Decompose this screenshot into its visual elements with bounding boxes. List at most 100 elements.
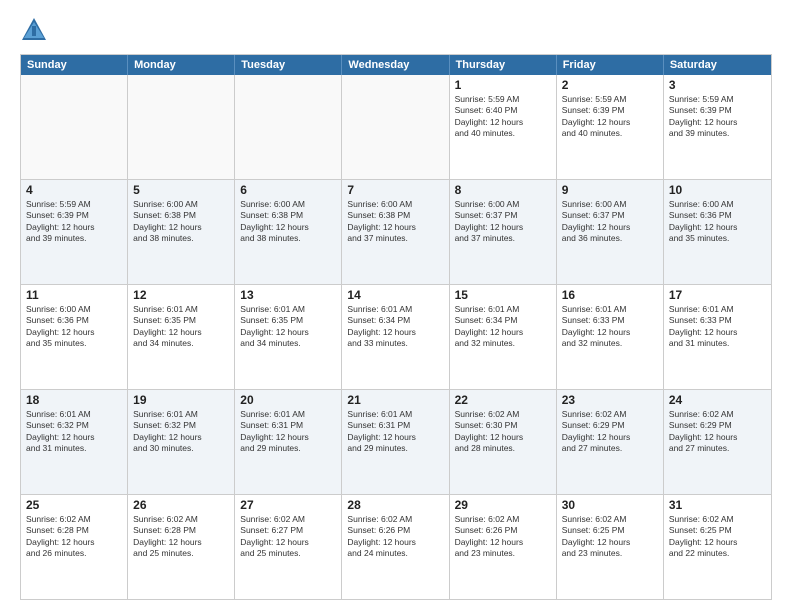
calendar-row-4: 18 Sunrise: 6:01 AM Sunset: 6:32 PM Dayli… <box>21 389 771 494</box>
calendar-cell: 7 Sunrise: 6:00 AM Sunset: 6:38 PM Daylig… <box>342 180 449 284</box>
calendar-cell: 6Sunrise: 6:00 AM Sunset: 6:38 PM Daylig… <box>235 180 342 284</box>
calendar-cell: 4 Sunrise: 5:59 AM Sunset: 6:39 PM Daylig… <box>21 180 128 284</box>
cell-info: Sunrise: 6:00 AM Sunset: 6:38 PM Dayligh… <box>347 199 443 245</box>
calendar-cell: 15 Sunrise: 6:01 AM Sunset: 6:34 PM Dayli… <box>450 285 557 389</box>
day-number: 19 <box>133 393 229 407</box>
day-number: 10 <box>669 183 766 197</box>
day-number: 21 <box>347 393 443 407</box>
cell-info: Sunrise: 6:00 AM Sunset: 6:38 PM Dayligh… <box>133 199 229 245</box>
day-number: 12 <box>133 288 229 302</box>
cell-info: Sunrise: 5:59 AM Sunset: 6:39 PM Dayligh… <box>26 199 122 245</box>
day-number: 20 <box>240 393 336 407</box>
day-number: 17 <box>669 288 766 302</box>
calendar-cell: 8 Sunrise: 6:00 AM Sunset: 6:37 PM Daylig… <box>450 180 557 284</box>
cell-info: Sunrise: 6:01 AM Sunset: 6:31 PM Dayligh… <box>347 409 443 455</box>
day-number: 28 <box>347 498 443 512</box>
calendar-cell: 31 Sunrise: 6:02 AM Sunset: 6:25 PM Dayli… <box>664 495 771 599</box>
day-number: 27 <box>240 498 336 512</box>
cell-info: Sunrise: 6:01 AM Sunset: 6:34 PM Dayligh… <box>347 304 443 350</box>
calendar-cell: 11 Sunrise: 6:00 AM Sunset: 6:36 PM Dayli… <box>21 285 128 389</box>
calendar-cell <box>128 75 235 179</box>
cell-info: Sunrise: 6:01 AM Sunset: 6:32 PM Dayligh… <box>133 409 229 455</box>
weekday-header-saturday: Saturday <box>664 55 771 75</box>
calendar-row-3: 11 Sunrise: 6:00 AM Sunset: 6:36 PM Dayli… <box>21 284 771 389</box>
day-number: 1 <box>455 78 551 92</box>
day-number: 15 <box>455 288 551 302</box>
calendar-row-1: 1Sunrise: 5:59 AM Sunset: 6:40 PM Daylig… <box>21 75 771 179</box>
day-number: 24 <box>669 393 766 407</box>
calendar-cell: 16 Sunrise: 6:01 AM Sunset: 6:33 PM Dayli… <box>557 285 664 389</box>
cell-info: Sunrise: 6:02 AM Sunset: 6:26 PM Dayligh… <box>455 514 551 560</box>
weekday-header-sunday: Sunday <box>21 55 128 75</box>
calendar-cell: 12 Sunrise: 6:01 AM Sunset: 6:35 PM Dayli… <box>128 285 235 389</box>
cell-info: Sunrise: 6:02 AM Sunset: 6:29 PM Dayligh… <box>562 409 658 455</box>
calendar-cell: 26 Sunrise: 6:02 AM Sunset: 6:28 PM Dayli… <box>128 495 235 599</box>
cell-info: Sunrise: 5:59 AM Sunset: 6:39 PM Dayligh… <box>562 94 658 140</box>
calendar-header: SundayMondayTuesdayWednesdayThursdayFrid… <box>21 55 771 75</box>
weekday-header-wednesday: Wednesday <box>342 55 449 75</box>
day-number: 23 <box>562 393 658 407</box>
day-number: 8 <box>455 183 551 197</box>
calendar-row-5: 25 Sunrise: 6:02 AM Sunset: 6:28 PM Dayli… <box>21 494 771 599</box>
cell-info: Sunrise: 6:01 AM Sunset: 6:35 PM Dayligh… <box>133 304 229 350</box>
cell-info: Sunrise: 6:02 AM Sunset: 6:27 PM Dayligh… <box>240 514 336 560</box>
calendar-cell: 18Sunrise: 6:01 AM Sunset: 6:32 PM Dayli… <box>21 390 128 494</box>
day-number: 25 <box>26 498 122 512</box>
day-number: 3 <box>669 78 766 92</box>
day-number: 18 <box>26 393 122 407</box>
cell-info: Sunrise: 6:02 AM Sunset: 6:30 PM Dayligh… <box>455 409 551 455</box>
calendar-cell: 27 Sunrise: 6:02 AM Sunset: 6:27 PM Dayli… <box>235 495 342 599</box>
cell-info: Sunrise: 6:01 AM Sunset: 6:31 PM Dayligh… <box>240 409 336 455</box>
calendar-cell: 23 Sunrise: 6:02 AM Sunset: 6:29 PM Dayli… <box>557 390 664 494</box>
day-number: 11 <box>26 288 122 302</box>
calendar-cell: 3Sunrise: 5:59 AM Sunset: 6:39 PM Daylig… <box>664 75 771 179</box>
calendar-body: 1Sunrise: 5:59 AM Sunset: 6:40 PM Daylig… <box>21 75 771 599</box>
calendar-cell: 28 Sunrise: 6:02 AM Sunset: 6:26 PM Dayli… <box>342 495 449 599</box>
day-number: 7 <box>347 183 443 197</box>
calendar-cell: 25 Sunrise: 6:02 AM Sunset: 6:28 PM Dayli… <box>21 495 128 599</box>
calendar: SundayMondayTuesdayWednesdayThursdayFrid… <box>20 54 772 600</box>
header <box>20 16 772 44</box>
cell-info: Sunrise: 6:02 AM Sunset: 6:28 PM Dayligh… <box>133 514 229 560</box>
weekday-header-monday: Monday <box>128 55 235 75</box>
cell-info: Sunrise: 6:01 AM Sunset: 6:34 PM Dayligh… <box>455 304 551 350</box>
day-number: 16 <box>562 288 658 302</box>
calendar-cell: 14Sunrise: 6:01 AM Sunset: 6:34 PM Dayli… <box>342 285 449 389</box>
logo <box>20 16 52 44</box>
calendar-cell: 17 Sunrise: 6:01 AM Sunset: 6:33 PM Dayli… <box>664 285 771 389</box>
calendar-cell: 29 Sunrise: 6:02 AM Sunset: 6:26 PM Dayli… <box>450 495 557 599</box>
day-number: 26 <box>133 498 229 512</box>
cell-info: Sunrise: 6:02 AM Sunset: 6:28 PM Dayligh… <box>26 514 122 560</box>
cell-info: Sunrise: 6:00 AM Sunset: 6:37 PM Dayligh… <box>562 199 658 245</box>
cell-info: Sunrise: 6:00 AM Sunset: 6:38 PM Dayligh… <box>240 199 336 245</box>
cell-info: Sunrise: 6:01 AM Sunset: 6:33 PM Dayligh… <box>669 304 766 350</box>
day-number: 29 <box>455 498 551 512</box>
day-number: 4 <box>26 183 122 197</box>
calendar-cell: 19 Sunrise: 6:01 AM Sunset: 6:32 PM Dayli… <box>128 390 235 494</box>
cell-info: Sunrise: 6:02 AM Sunset: 6:26 PM Dayligh… <box>347 514 443 560</box>
weekday-header-tuesday: Tuesday <box>235 55 342 75</box>
day-number: 31 <box>669 498 766 512</box>
calendar-cell: 5Sunrise: 6:00 AM Sunset: 6:38 PM Daylig… <box>128 180 235 284</box>
calendar-cell: 1Sunrise: 5:59 AM Sunset: 6:40 PM Daylig… <box>450 75 557 179</box>
cell-info: Sunrise: 6:01 AM Sunset: 6:33 PM Dayligh… <box>562 304 658 350</box>
logo-icon <box>20 16 48 44</box>
calendar-cell: 24 Sunrise: 6:02 AM Sunset: 6:29 PM Dayli… <box>664 390 771 494</box>
calendar-cell <box>235 75 342 179</box>
weekday-header-thursday: Thursday <box>450 55 557 75</box>
cell-info: Sunrise: 6:01 AM Sunset: 6:35 PM Dayligh… <box>240 304 336 350</box>
cell-info: Sunrise: 6:02 AM Sunset: 6:29 PM Dayligh… <box>669 409 766 455</box>
weekday-header-friday: Friday <box>557 55 664 75</box>
calendar-cell <box>21 75 128 179</box>
calendar-cell <box>342 75 449 179</box>
cell-info: Sunrise: 6:00 AM Sunset: 6:36 PM Dayligh… <box>26 304 122 350</box>
calendar-cell: 10Sunrise: 6:00 AM Sunset: 6:36 PM Dayli… <box>664 180 771 284</box>
calendar-cell: 20 Sunrise: 6:01 AM Sunset: 6:31 PM Dayli… <box>235 390 342 494</box>
page: SundayMondayTuesdayWednesdayThursdayFrid… <box>0 0 792 612</box>
calendar-cell: 30Sunrise: 6:02 AM Sunset: 6:25 PM Dayli… <box>557 495 664 599</box>
cell-info: Sunrise: 6:00 AM Sunset: 6:37 PM Dayligh… <box>455 199 551 245</box>
day-number: 2 <box>562 78 658 92</box>
calendar-row-2: 4 Sunrise: 5:59 AM Sunset: 6:39 PM Daylig… <box>21 179 771 284</box>
calendar-cell: 13Sunrise: 6:01 AM Sunset: 6:35 PM Dayli… <box>235 285 342 389</box>
cell-info: Sunrise: 6:02 AM Sunset: 6:25 PM Dayligh… <box>669 514 766 560</box>
